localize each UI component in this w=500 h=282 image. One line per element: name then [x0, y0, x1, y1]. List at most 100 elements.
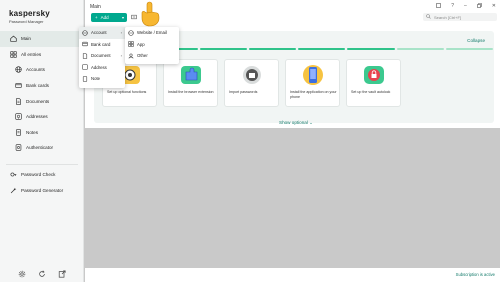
search-input[interactable]: Search [Ctrl+F]: [423, 13, 497, 21]
password-check-icon: [9, 171, 17, 179]
card-title: Import passwords: [229, 90, 258, 94]
card-vault-autolock[interactable]: Set up the vault autolock: [346, 59, 401, 107]
progress-segment: [298, 48, 346, 50]
add-button[interactable]: + Add ▾: [91, 13, 127, 22]
progress-segment: [248, 48, 296, 50]
lock-art: [364, 66, 384, 84]
user-icon: [128, 53, 134, 59]
menu-item-note[interactable]: Note: [79, 73, 125, 85]
subscription-status-link[interactable]: Subscription is active: [456, 272, 495, 277]
sidebar-item-addresses[interactable]: Addresses: [0, 109, 84, 125]
sidebar-item-all-entries[interactable]: All entries: [0, 47, 84, 63]
sidebar-item-label: Documents: [26, 98, 50, 104]
sidebar-item-label: Authenticator: [26, 145, 54, 151]
minimize-icon[interactable]: –: [464, 3, 467, 10]
menu-item-bank-card[interactable]: Bank card: [79, 39, 125, 51]
sidebar-item-label: Accounts: [26, 67, 45, 73]
progress-segment: [445, 48, 493, 50]
help-icon[interactable]: ?: [451, 3, 454, 10]
add-button-label: Add: [100, 14, 109, 20]
pointing-hand-icon: [141, 1, 160, 27]
account-submenu: Website / Email App Other: [125, 27, 179, 64]
card-install-phone-app[interactable]: Install the application on your phone: [285, 59, 340, 107]
progress-segment: [347, 48, 395, 50]
sync-icon[interactable]: [38, 270, 46, 278]
page-title: Main: [90, 4, 101, 10]
close-icon[interactable]: ✕: [492, 3, 496, 10]
home-icon: [9, 35, 17, 43]
chevron-right-icon: ›: [120, 30, 122, 36]
nav-gap: [0, 156, 84, 162]
restore-icon[interactable]: [476, 3, 482, 10]
submenu-item-website-email[interactable]: Website / Email: [125, 27, 179, 39]
sidebar-item-main[interactable]: Main: [0, 31, 84, 47]
show-optional-link[interactable]: Show optional ⌄: [279, 120, 313, 126]
authenticator-icon: [14, 144, 22, 152]
search-icon: [426, 14, 431, 20]
onboarding-cards: Set up optional functions Install the br…: [102, 59, 401, 107]
menu-item-label: Other: [137, 53, 148, 59]
menu-item-label: Bank card: [91, 41, 111, 47]
menu-item-address[interactable]: Address: [79, 62, 125, 74]
card-icon: [14, 82, 22, 90]
sidebar-item-label: Password Check: [21, 172, 56, 178]
blank-content-area: [85, 128, 500, 268]
nav-divider: [6, 163, 78, 165]
sidebar-item-label: Password Generator: [21, 187, 64, 193]
globe-icon: [14, 66, 22, 74]
sidebar-bottom-icons: [0, 270, 84, 278]
sidebar-item-label: Notes: [26, 129, 39, 135]
collapse-link[interactable]: Collapse: [467, 38, 485, 43]
sidebar-item-label: All entries: [21, 51, 42, 57]
grid-icon: [9, 50, 17, 58]
menu-item-account[interactable]: Account ›: [79, 27, 125, 39]
address-icon: [82, 64, 88, 70]
card-import-passwords[interactable]: Import passwords: [224, 59, 279, 107]
sidebar-item-bank-cards[interactable]: Bank cards: [0, 78, 84, 94]
globe-icon: [82, 30, 88, 36]
settings-icon[interactable]: [18, 270, 26, 278]
sidebar-item-documents[interactable]: Documents: [0, 93, 84, 109]
chevron-down-icon: ⌄: [309, 120, 313, 125]
save-icon[interactable]: [436, 3, 442, 10]
sidebar-item-label: Main: [21, 36, 31, 42]
show-optional-label: Show optional: [279, 120, 308, 125]
progress-segment: [199, 48, 247, 50]
sidebar-item-label: Bank cards: [26, 83, 49, 89]
submenu-item-app[interactable]: App: [125, 39, 179, 51]
status-bar: Subscription is active: [85, 268, 500, 282]
sidebar-item-notes[interactable]: Notes: [0, 125, 84, 141]
card-title: Install the application on your phone: [290, 90, 337, 99]
app-logo: kaspersky Password Manager: [9, 9, 50, 24]
sidebar-nav: Main All entries Accounts Bank cards Doc…: [0, 31, 84, 198]
sidebar-item-authenticator[interactable]: Authenticator: [0, 140, 84, 156]
sidebar-item-label: Addresses: [26, 114, 48, 120]
chevron-down-icon: ▾: [121, 14, 124, 20]
document-icon: [82, 53, 88, 59]
sidebar-item-password-check[interactable]: Password Check: [0, 167, 84, 183]
import-icon[interactable]: [131, 14, 137, 20]
progress-segment: [396, 48, 444, 50]
app-icon: [128, 41, 134, 47]
menu-item-label: Document: [91, 53, 111, 59]
import-art: [243, 66, 261, 84]
sidebar-item-password-generator[interactable]: Password Generator: [0, 182, 84, 198]
globe-icon: [128, 30, 134, 36]
search-placeholder: Search [Ctrl+F]: [434, 14, 462, 20]
address-icon: [14, 113, 22, 121]
generator-icon: [9, 186, 17, 194]
submenu-item-other[interactable]: Other: [125, 50, 179, 62]
chevron-right-icon: ›: [120, 53, 122, 59]
window-controls: ? – ✕: [436, 3, 496, 10]
card-browser-extension[interactable]: Install the browser extension: [163, 59, 218, 107]
plus-icon: +: [95, 14, 98, 20]
menu-item-document[interactable]: Document ›: [79, 50, 125, 62]
note-icon: [14, 128, 22, 136]
menu-item-label: Address: [91, 64, 107, 70]
menu-item-label: Account: [91, 30, 107, 36]
menu-item-label: App: [137, 41, 145, 47]
extension-art: [181, 66, 201, 84]
sidebar-item-accounts[interactable]: Accounts: [0, 62, 84, 78]
note-icon: [82, 76, 88, 82]
export-icon[interactable]: [58, 270, 66, 278]
